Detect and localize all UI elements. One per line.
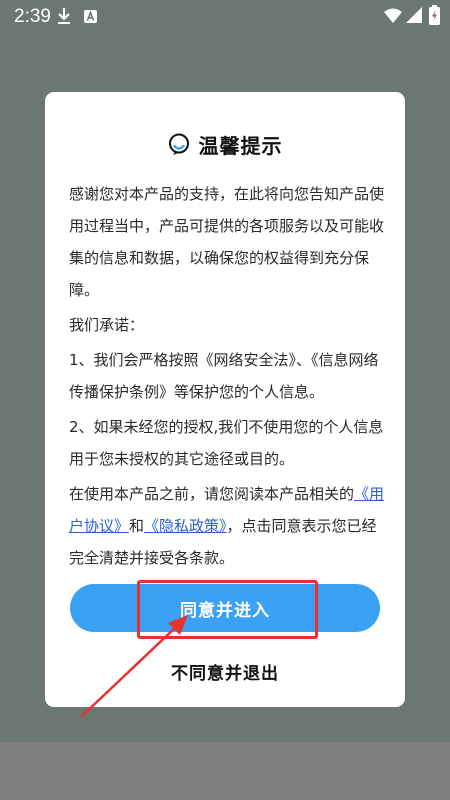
- promise-item-1: 1、我们会严格按照《网络安全法》、《信息网络传播保护条例》等保护您的个人信息。: [69, 351, 379, 401]
- intro-paragraph: 感谢您对本产品的支持，在此将向您告知产品使用过程当中，产品可提供的各项服务以及可…: [69, 185, 385, 299]
- promise-item-2: 2、如果未经您的授权,我们不使用您的个人信息用于您未授权的其它途径或目的。: [69, 418, 384, 468]
- annotation-highlight-box: [137, 580, 318, 639]
- disagree-button[interactable]: 不同意并退出: [125, 656, 325, 686]
- promise-heading: 我们承诺：: [69, 316, 145, 334]
- status-time: 2:39: [14, 6, 51, 27]
- navigation-area: [0, 742, 450, 800]
- status-bar: 2:39: [0, 0, 450, 34]
- dialog-body: 感谢您对本产品的支持，在此将向您告知产品使用过程当中，产品可提供的各项服务以及可…: [69, 178, 385, 574]
- and-text: 和: [129, 517, 145, 535]
- wifi-icon: [384, 8, 402, 23]
- a-icon: [84, 10, 97, 23]
- agreement-notice: 在使用本产品之前，请您阅读本产品相关的《用户协议》和《隐私政策》，点击同意表示您…: [69, 478, 385, 574]
- battery-icon: [429, 5, 440, 25]
- signal-icon: [406, 7, 422, 23]
- dialog-title: 温馨提示: [198, 133, 283, 158]
- dialog-header: 温馨提示: [45, 127, 405, 161]
- smile-icon: [168, 133, 189, 155]
- notice-before-text: 在使用本产品之前，请您阅读本产品相关的: [69, 485, 355, 503]
- download-icon: [58, 8, 70, 24]
- privacy-policy-link[interactable]: 《隐私政策》: [144, 517, 227, 535]
